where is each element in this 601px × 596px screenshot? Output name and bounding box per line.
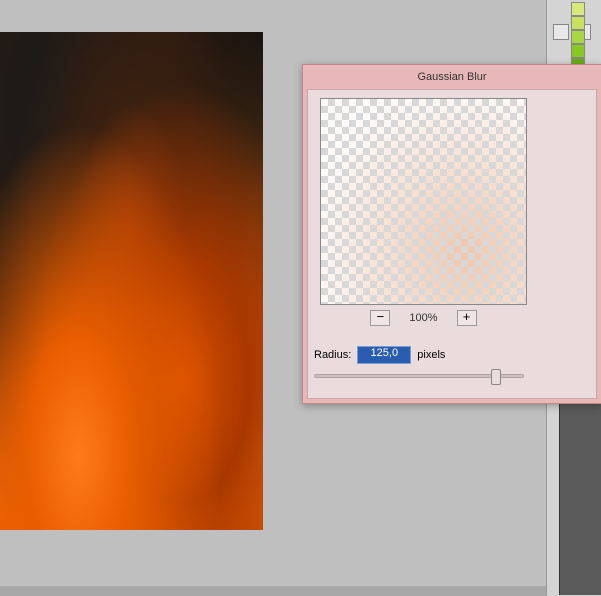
swatch[interactable] [571, 30, 585, 44]
radius-unit: pixels [417, 349, 445, 361]
zoom-controls: − 100% + [320, 310, 527, 326]
swatch[interactable] [571, 16, 585, 30]
dialog-body: − 100% + Radius: 125,0 pixels [307, 89, 597, 399]
document-canvas[interactable] [0, 32, 263, 530]
zoom-in-button[interactable]: + [457, 310, 477, 326]
swatches-panel[interactable] [571, 2, 601, 72]
gaussian-blur-dialog: Gaussian Blur − 100% + Radius: 125,0 pix… [302, 64, 601, 404]
radius-label: Radius: [314, 349, 351, 361]
radius-input[interactable]: 125,0 [357, 346, 411, 364]
filter-preview[interactable] [320, 98, 527, 305]
zoom-level: 100% [394, 312, 454, 324]
swatch[interactable] [571, 44, 585, 58]
dialog-title[interactable]: Gaussian Blur [303, 65, 601, 89]
navigator-panel[interactable] [559, 385, 601, 595]
radius-row: Radius: 125,0 pixels [314, 346, 445, 364]
zoom-out-button[interactable]: − [370, 310, 390, 326]
panel-icon[interactable] [553, 24, 569, 40]
slider-thumb[interactable] [491, 369, 501, 385]
radius-slider[interactable] [314, 374, 524, 378]
swatch[interactable] [571, 2, 585, 16]
status-bar [0, 586, 546, 596]
